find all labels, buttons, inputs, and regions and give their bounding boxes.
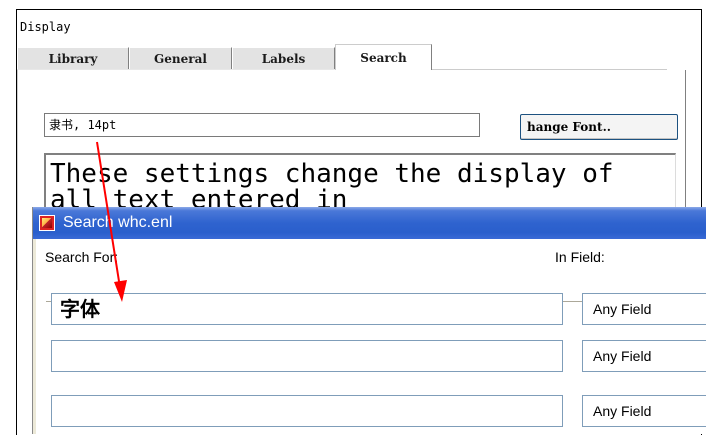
annotation-arrow-line [96,141,122,295]
annotation-arrow-head [114,280,127,302]
annotation-arrow [96,141,127,302]
